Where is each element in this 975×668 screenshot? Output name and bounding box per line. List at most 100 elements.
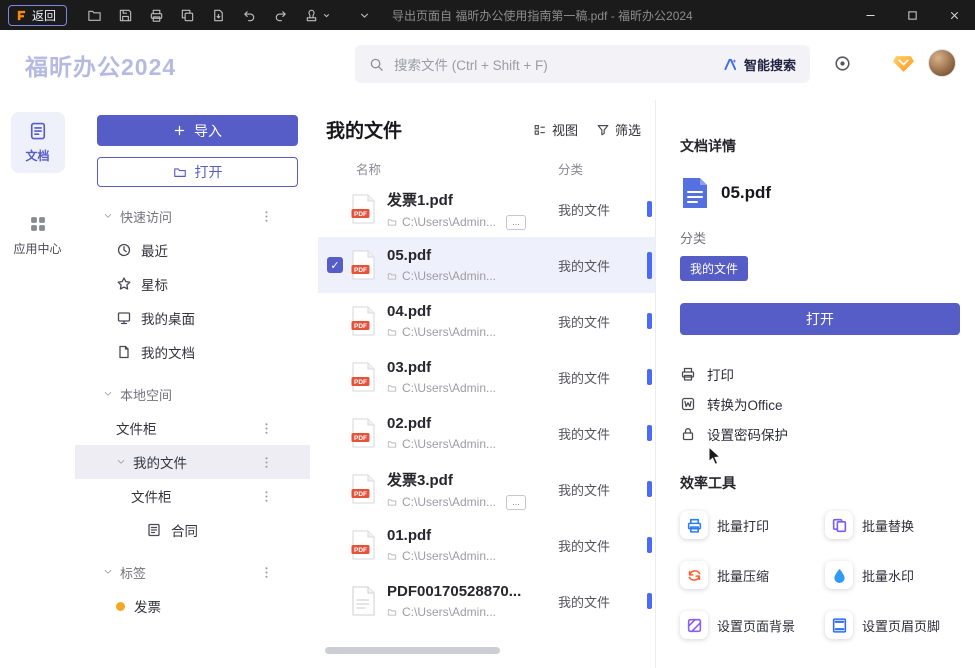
column-headers: 名称 分类	[318, 159, 655, 181]
file-meta: PDF00170528870...C:\Users\Admin...	[387, 583, 521, 619]
vip-badge-icon[interactable]	[892, 53, 915, 74]
details-open-button[interactable]: 打开	[680, 303, 960, 335]
more-options-icon[interactable]	[259, 455, 274, 470]
filter-button[interactable]: 筛选	[596, 120, 641, 139]
back-button[interactable]: 返回	[8, 5, 67, 26]
stamp-caret-icon[interactable]	[319, 0, 333, 30]
file-row[interactable]: PDF03.pdfC:\Users\Admin...我的文件	[318, 349, 655, 405]
rail-item-documents[interactable]: 文档	[11, 112, 65, 173]
more-options-icon[interactable]	[259, 565, 274, 580]
toolbar-expand-icon[interactable]	[349, 0, 380, 30]
more-options-icon[interactable]	[259, 489, 274, 504]
tree-item-7[interactable]: 我的文件	[75, 445, 310, 479]
tool-batch-replace[interactable]: 批量替换	[825, 511, 970, 539]
tool-batch-compress[interactable]: 批量压缩	[680, 561, 825, 589]
tool-batch-print[interactable]: 批量打印	[680, 511, 825, 539]
tree-item-11[interactable]: 发票	[75, 589, 310, 623]
user-avatar[interactable]	[928, 49, 956, 77]
horizontal-scrollbar[interactable]	[325, 647, 500, 654]
file-row[interactable]: PDF02.pdfC:\Users\Admin...我的文件	[318, 405, 655, 461]
path-more-button[interactable]: ...	[506, 495, 526, 510]
tree-section-10[interactable]: 标签	[75, 555, 310, 589]
smart-search-button[interactable]: 智能搜索	[723, 55, 796, 74]
docs-icon	[116, 344, 132, 360]
export-page-icon[interactable]	[203, 0, 234, 30]
undo-icon[interactable]	[234, 0, 265, 30]
tree-section-0[interactable]: 快速访问	[75, 199, 310, 233]
tree-item-4[interactable]: 我的文档	[75, 335, 310, 369]
file-row[interactable]: PDF00170528870...C:\Users\Admin...我的文件	[318, 573, 655, 629]
tool-label: 批量打印	[717, 516, 769, 535]
rail-item-app-center[interactable]: 应用中心	[11, 205, 65, 266]
checkbox-checked-icon[interactable]: ✓	[327, 257, 343, 273]
action-lock[interactable]: 设置密码保护	[680, 419, 959, 449]
tree-label: 文件柜	[116, 418, 157, 438]
more-options-icon[interactable]	[259, 421, 274, 436]
open-file-icon[interactable]	[79, 0, 110, 30]
tool-batch-watermark[interactable]: 批量水印	[825, 561, 970, 589]
file-rows: PDF发票1.pdfC:\Users\Admin......我的文件✓PDF05…	[318, 181, 655, 629]
file-row[interactable]: PDF发票3.pdfC:\Users\Admin......我的文件	[318, 461, 655, 517]
file-name: 发票3.pdf	[387, 469, 526, 490]
column-category: 分类	[558, 159, 583, 178]
file-path-text: C:\Users\Admin...	[402, 381, 496, 395]
search-bar[interactable]: 搜索文件 (Ctrl + Shift + F) 智能搜索	[355, 45, 810, 83]
settings-gear-icon[interactable]	[833, 54, 852, 73]
app-window: 返回 导出页面自 福昕办公使用指南第一稿.pdf - 福昕办公2024 福昕办公…	[0, 0, 975, 668]
close-button[interactable]	[933, 0, 975, 30]
file-list-panel: 我的文件 视图 筛选 名称 分类 PDF发票1.pdfC:\Users\Admi…	[318, 100, 655, 668]
file-path: C:\Users\Admin...	[387, 269, 496, 283]
tree-label: 最近	[141, 240, 168, 260]
print-icon[interactable]	[141, 0, 172, 30]
tool-page-background[interactable]: 设置页面背景	[680, 611, 825, 639]
file-name: 03.pdf	[387, 359, 496, 376]
tree-item-2[interactable]: 星标	[75, 267, 310, 301]
tree-item-6[interactable]: 文件柜	[75, 411, 310, 445]
pdf-doc-large-icon	[680, 176, 710, 210]
file-path: C:\Users\Admin...	[387, 381, 496, 395]
copy-pages-icon[interactable]	[172, 0, 203, 30]
view-button[interactable]: 视图	[533, 120, 578, 139]
details-panel: 文档详情 05.pdf 分类 我的文件 打开 打印转换为Office设置密码保护…	[655, 100, 975, 668]
tree-item-3[interactable]: 我的桌面	[75, 301, 310, 335]
file-meta: 04.pdfC:\Users\Admin...	[387, 303, 496, 339]
path-more-button[interactable]: ...	[506, 215, 526, 230]
tool-label: 设置页眉页脚	[862, 616, 940, 635]
redo-icon[interactable]	[265, 0, 296, 30]
file-row[interactable]: ✓PDF05.pdfC:\Users\Admin...我的文件	[318, 237, 655, 293]
tree-item-8[interactable]: 文件柜	[75, 479, 310, 513]
action-printer[interactable]: 打印	[680, 359, 959, 389]
file-path-text: C:\Users\Admin...	[402, 325, 496, 339]
action-word[interactable]: 转换为Office	[680, 389, 959, 419]
document-icon	[28, 121, 48, 141]
open-label: 打开	[195, 162, 223, 182]
minimize-button[interactable]	[849, 0, 891, 30]
open-button[interactable]: 打开	[97, 157, 298, 187]
file-row[interactable]: PDF发票1.pdfC:\Users\Admin......我的文件	[318, 181, 655, 237]
row-accent-mark	[647, 201, 652, 217]
maximize-button[interactable]	[891, 0, 933, 30]
tree-item-1[interactable]: 最近	[75, 233, 310, 267]
search-placeholder: 搜索文件 (Ctrl + Shift + F)	[394, 54, 713, 74]
file-row[interactable]: PDF04.pdfC:\Users\Admin...我的文件	[318, 293, 655, 349]
tree-section-5[interactable]: 本地空间	[75, 377, 310, 411]
tool-header-footer[interactable]: 设置页眉页脚	[825, 611, 970, 639]
titlebar: 返回 导出页面自 福昕办公使用指南第一稿.pdf - 福昕办公2024	[0, 0, 975, 30]
tree-label: 快速访问	[120, 207, 172, 226]
file-row[interactable]: PDF01.pdfC:\Users\Admin...我的文件	[318, 517, 655, 573]
svg-text:PDF: PDF	[354, 379, 367, 386]
import-button[interactable]: 导入	[97, 115, 298, 146]
tree-item-9[interactable]: 合同	[75, 513, 310, 547]
category-tag[interactable]: 我的文件	[680, 256, 748, 281]
file-name: PDF00170528870...	[387, 583, 521, 600]
more-options-icon[interactable]	[259, 209, 274, 224]
row-accent-mark	[647, 425, 652, 441]
left-rail: 文档 应用中心	[0, 100, 75, 668]
file-category: 我的文件	[558, 480, 610, 499]
save-icon[interactable]	[110, 0, 141, 30]
view-label: 视图	[552, 120, 578, 139]
svg-text:PDF: PDF	[354, 435, 367, 442]
tree-label: 我的文档	[141, 342, 195, 362]
file-path-text: C:\Users\Admin...	[402, 269, 496, 283]
tool-label: 设置页面背景	[717, 616, 795, 635]
